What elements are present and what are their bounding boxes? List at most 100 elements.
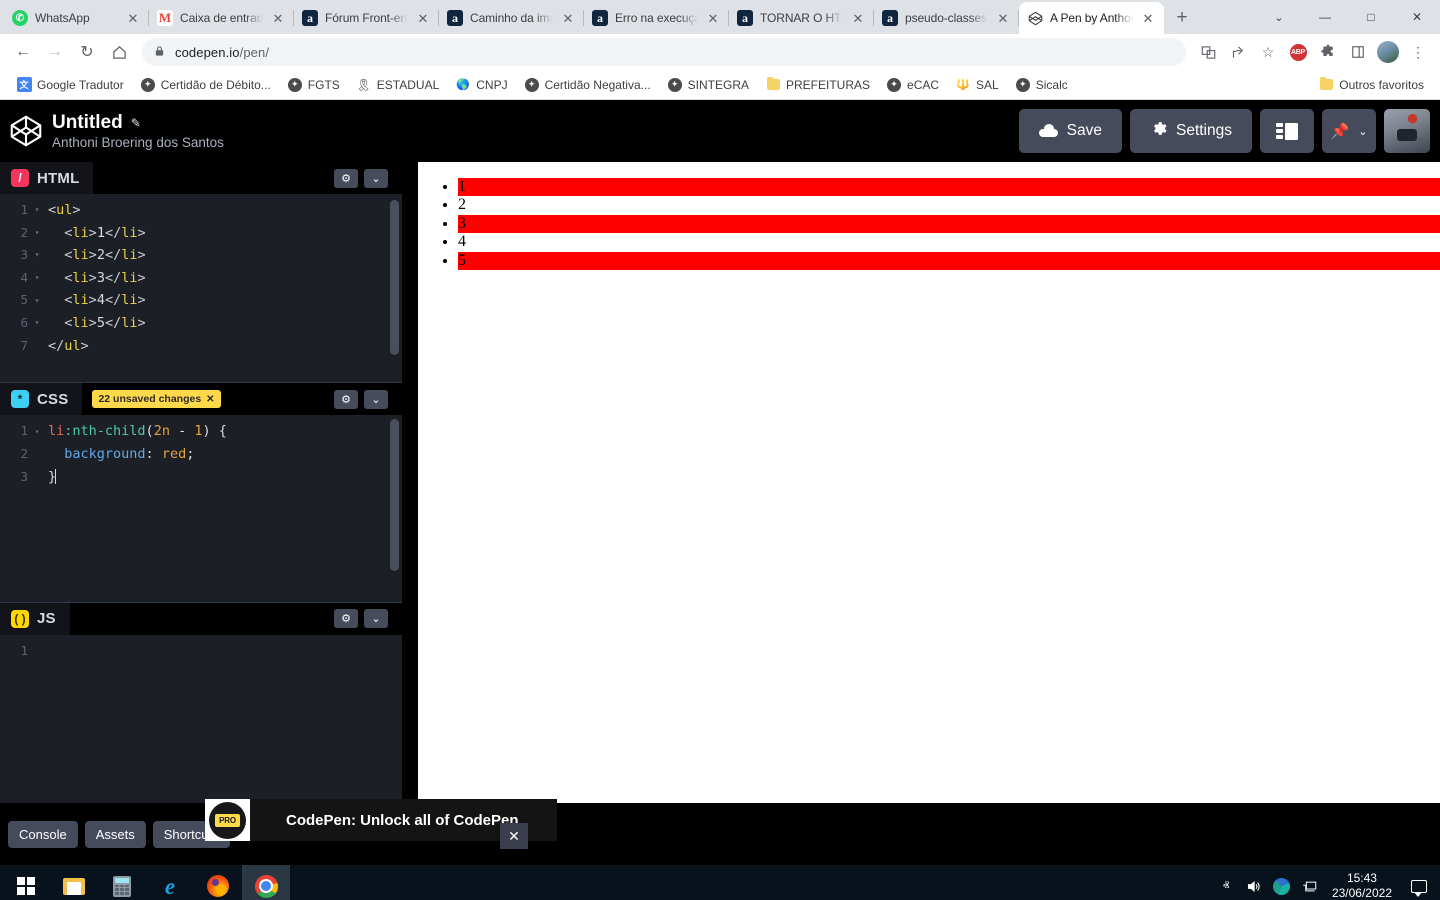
editors-column: / HTML ⚙ ⌄ 1 ▾ <ul> 2 ▾ <li>1</li> 3 ▾ <li>2</… bbox=[0, 162, 402, 803]
tab-close-icon[interactable]: ✕ bbox=[705, 10, 721, 26]
bookmark-item[interactable]: 文 Google Tradutor bbox=[10, 74, 130, 96]
bookmark-item[interactable]: PREFEITURAS bbox=[759, 74, 876, 96]
chevron-down-icon[interactable]: ⌄ bbox=[364, 168, 388, 188]
bookmark-item[interactable]: ✦ Certidão Negativa... bbox=[518, 74, 657, 96]
bookmark-item[interactable]: 🔱 SAL bbox=[949, 74, 1005, 96]
chevron-down-icon[interactable]: ⌄ bbox=[364, 389, 388, 409]
maximize-button[interactable]: □ bbox=[1348, 1, 1394, 33]
calculator-button[interactable] bbox=[98, 865, 146, 900]
chrome-button[interactable] bbox=[242, 865, 290, 900]
tab-close-icon[interactable]: ✕ bbox=[1140, 10, 1156, 26]
css-code-area[interactable]: 1 ▾ li:nth-child(2n - 1) {2 background: re… bbox=[0, 415, 402, 601]
js-editor-tab[interactable]: ( ) JS bbox=[0, 602, 70, 635]
codepen-logo[interactable] bbox=[8, 113, 44, 149]
other-bookmarks-item[interactable]: Outros favoritos bbox=[1312, 74, 1430, 96]
console-button[interactable]: Console bbox=[8, 820, 78, 848]
text-cursor bbox=[55, 468, 57, 484]
browser-tab[interactable]: M Caixa de entrada ✕ bbox=[149, 2, 294, 34]
bookmark-item[interactable]: ✦ Sicalc bbox=[1009, 74, 1074, 96]
side-panel-icon[interactable] bbox=[1344, 38, 1372, 66]
firefox-button[interactable] bbox=[194, 865, 242, 900]
volume-icon[interactable] bbox=[1240, 865, 1268, 900]
code-fold-arrow-icon[interactable]: ▾ bbox=[30, 206, 44, 214]
save-button[interactable]: Save bbox=[1018, 109, 1122, 153]
code-fold-arrow-icon[interactable]: ▾ bbox=[30, 427, 44, 436]
globe-icon[interactable] bbox=[1268, 865, 1296, 900]
code-fold-arrow-icon[interactable]: ▾ bbox=[30, 296, 44, 305]
css-editor-tab[interactable]: * CSS bbox=[0, 383, 83, 416]
bookmark-item[interactable]: 🎗 ESTADUAL bbox=[350, 74, 445, 96]
forward-button[interactable]: → bbox=[40, 37, 70, 67]
address-bar[interactable]: codepen.io/pen/ bbox=[142, 38, 1186, 66]
minimize-button[interactable]: — bbox=[1302, 1, 1348, 33]
extensions-puzzle-icon[interactable] bbox=[1314, 38, 1342, 66]
close-button[interactable]: ✕ bbox=[1394, 1, 1440, 33]
bookmark-item[interactable]: 🌎 CNPJ bbox=[449, 74, 513, 96]
code-token: > bbox=[88, 292, 97, 309]
monitor-icon[interactable] bbox=[1296, 865, 1324, 900]
bookmark-item[interactable]: ✦ SINTEGRA bbox=[661, 74, 755, 96]
bookmark-star-icon[interactable]: ☆ bbox=[1254, 38, 1282, 66]
assets-button[interactable]: Assets bbox=[84, 820, 146, 848]
browser-tab[interactable]: a Erro na execução ✕ bbox=[584, 2, 729, 34]
tab-close-icon[interactable]: ✕ bbox=[560, 10, 576, 26]
browser-tab[interactable]: a TORNAR O HTML ✕ bbox=[729, 2, 874, 34]
code-fold-arrow-icon[interactable]: ▾ bbox=[30, 274, 44, 282]
reload-button[interactable]: ↻ bbox=[72, 37, 102, 67]
tab-close-icon[interactable]: ✕ bbox=[995, 10, 1011, 26]
html-scrollbar[interactable] bbox=[390, 200, 399, 355]
browser-tab-active[interactable]: A Pen by Anthoni ✕ bbox=[1019, 2, 1164, 34]
code-fold-arrow-icon[interactable]: ▾ bbox=[30, 319, 44, 327]
avatar[interactable] bbox=[1384, 109, 1430, 153]
tab-close-icon[interactable]: ✕ bbox=[850, 10, 866, 26]
tab-close-icon[interactable]: ✕ bbox=[415, 10, 431, 26]
code-token: background bbox=[64, 445, 146, 462]
adblock-extension-icon[interactable]: ABP bbox=[1284, 38, 1312, 66]
system-tray: ⱏ 15:43 23/06/2022 bbox=[1212, 865, 1438, 900]
notification-icon[interactable] bbox=[1404, 865, 1434, 900]
bookmark-item[interactable]: ✦ eCAC bbox=[880, 74, 945, 96]
gear-icon[interactable]: ⚙ bbox=[334, 389, 358, 409]
internet-explorer-button[interactable]: e bbox=[146, 865, 194, 900]
tab-close-icon[interactable]: ✕ bbox=[125, 10, 141, 26]
bookmark-item[interactable]: ✦ Certidão de Débito... bbox=[134, 74, 277, 96]
chevron-down-icon[interactable]: ⌄ bbox=[364, 609, 388, 629]
tray-expand-icon[interactable]: ⱏ bbox=[1212, 865, 1240, 900]
start-button[interactable] bbox=[2, 865, 50, 900]
home-button[interactable] bbox=[104, 37, 134, 67]
file-explorer-button[interactable] bbox=[50, 865, 98, 900]
close-icon[interactable]: ✕ bbox=[206, 394, 214, 405]
gear-icon[interactable]: ⚙ bbox=[334, 609, 358, 629]
layout-button[interactable] bbox=[1260, 109, 1314, 153]
pen-title-block: Untitled ✎ Anthoni Broering dos Santos bbox=[52, 112, 224, 149]
browser-tab[interactable]: a pseudo-classes ✕ bbox=[874, 2, 1019, 34]
settings-button[interactable]: Settings bbox=[1129, 109, 1252, 153]
css-scrollbar[interactable] bbox=[390, 419, 399, 572]
code-fold-arrow-icon[interactable]: ▾ bbox=[30, 251, 44, 259]
preview-pane[interactable]: 12345 bbox=[402, 162, 1440, 803]
share-icon[interactable] bbox=[1224, 38, 1252, 66]
pin-dropdown-button[interactable]: 📌 ⌄ bbox=[1322, 109, 1376, 153]
clock[interactable]: 15:43 23/06/2022 bbox=[1324, 871, 1404, 900]
translate-icon[interactable] bbox=[1194, 38, 1222, 66]
profile-avatar[interactable] bbox=[1374, 38, 1402, 66]
html-editor-tab[interactable]: / HTML bbox=[0, 162, 94, 194]
code-fold-arrow-icon[interactable]: ▾ bbox=[30, 228, 44, 237]
new-tab-button[interactable]: + bbox=[1168, 4, 1196, 32]
bookmark-item[interactable]: ✦ FGTS bbox=[281, 74, 346, 96]
unsaved-changes-badge[interactable]: 22 unsaved changes ✕ bbox=[92, 390, 221, 409]
browser-tab[interactable]: a Caminho da imagem ✕ bbox=[439, 2, 584, 34]
tab-close-icon[interactable]: ✕ bbox=[270, 10, 286, 26]
tab-search-icon[interactable]: ⌄ bbox=[1256, 1, 1302, 33]
edit-pencil-icon[interactable]: ✎ bbox=[131, 116, 141, 130]
gear-icon[interactable]: ⚙ bbox=[334, 168, 358, 188]
pro-ad-close-icon[interactable]: ✕ bbox=[500, 823, 528, 849]
chrome-menu-icon[interactable]: ⋮ bbox=[1404, 38, 1432, 66]
browser-tab[interactable]: a Fórum Front-end ✕ bbox=[294, 2, 439, 34]
js-code-area[interactable]: 1 bbox=[0, 635, 402, 803]
browser-tab[interactable]: ✆ WhatsApp ✕ bbox=[4, 2, 149, 34]
code-line: 1 ▾ <ul> bbox=[0, 199, 402, 222]
unsaved-changes-label: 22 unsaved changes bbox=[98, 393, 202, 406]
html-code-area[interactable]: 1 ▾ <ul> 2 ▾ <li>1</li> 3 ▾ <li>2</li> 4 ▾ <li>3… bbox=[0, 194, 402, 382]
back-button[interactable]: ← bbox=[8, 37, 38, 67]
